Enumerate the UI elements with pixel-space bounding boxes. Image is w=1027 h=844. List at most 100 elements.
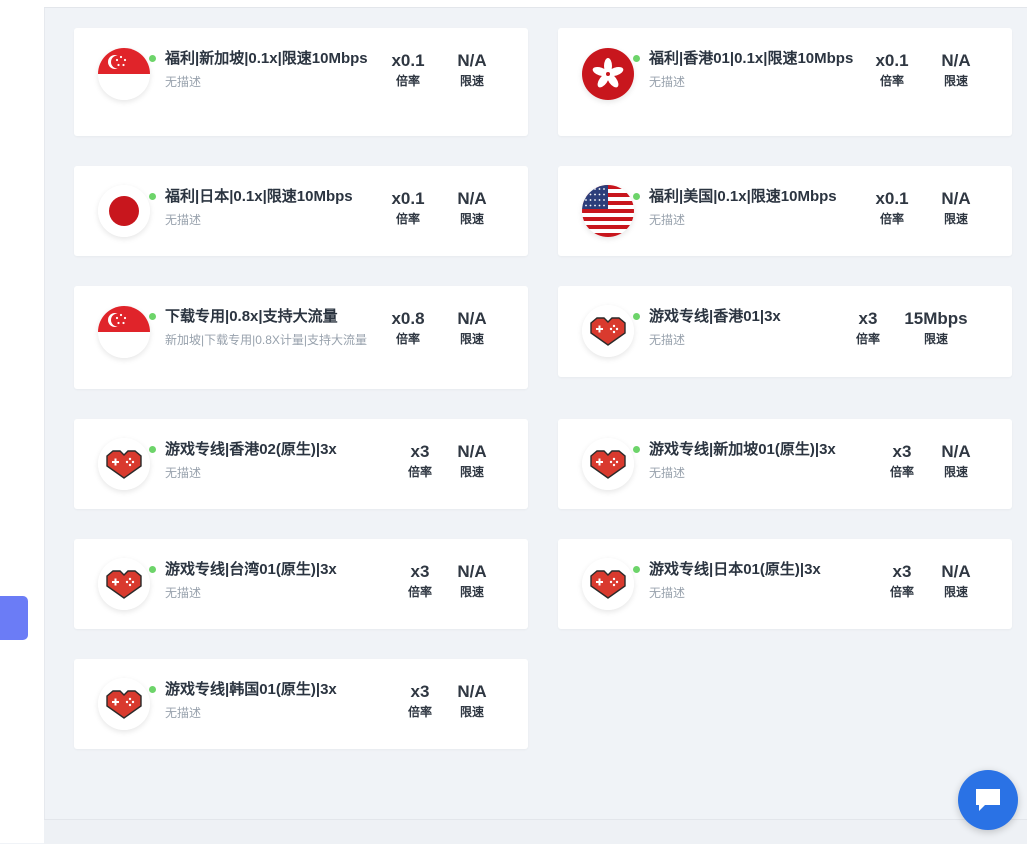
node-title: 下载专用|0.8x|支持大流量 <box>149 306 370 328</box>
speed-label: 限速 <box>459 74 484 88</box>
rate-label: 倍率 <box>407 585 432 599</box>
rate-stat: x3 倍率 <box>880 442 924 479</box>
node-card[interactable]: 游戏专线|韩国01(原生)|3x 无描述 x3 倍率 N/A 限速 <box>74 659 528 749</box>
node-description: 无描述 <box>165 213 202 227</box>
node-title-text: 下载专用|0.8x|支持大流量 <box>165 308 338 325</box>
node-title-text: 游戏专线|韩国01(原生)|3x <box>165 681 337 698</box>
rate-value: x0.1 <box>875 189 909 208</box>
sidebar-tab-button[interactable] <box>0 596 28 640</box>
node-title: 游戏专线|日本01(原生)|3x <box>633 559 854 581</box>
rate-stat: x0.1 倍率 <box>386 51 430 88</box>
rate-label: 倍率 <box>889 585 914 599</box>
rate-value: x3 <box>858 309 878 328</box>
node-description: 无描述 <box>649 213 686 227</box>
node-card[interactable]: 福利|日本|0.1x|限速10Mbps 无描述 x0.1 倍率 N/A 限速 <box>74 166 528 256</box>
rate-stat: x0.8 倍率 <box>386 309 430 346</box>
node-card[interactable]: 下载专用|0.8x|支持大流量新加坡|下载专用|0.8X计量|支持大流量 x0.8… <box>74 286 528 389</box>
node-card[interactable]: 福利|香港01|0.1x|限速10Mbps 无描述 x0.1 倍率 N/A 限速 <box>558 28 1012 136</box>
online-status-dot <box>149 313 156 320</box>
online-status-dot <box>633 313 640 320</box>
rate-label: 倍率 <box>407 465 432 479</box>
rate-value: x0.1 <box>391 51 425 70</box>
node-title-text: 福利|新加坡|0.1x|限速10Mbps <box>165 50 368 67</box>
speed-label: 限速 <box>943 212 968 226</box>
node-title: 福利|新加坡|0.1x|限速10Mbps <box>149 48 370 70</box>
node-card[interactable]: 福利|美国|0.1x|限速10Mbps 无描述 x0.1 倍率 N/A 限速 <box>558 166 1012 256</box>
node-info: 游戏专线|日本01(原生)|3x 无描述 <box>633 559 854 602</box>
node-info: 游戏专线|香港01|3x 无描述 <box>633 306 854 349</box>
rate-label: 倍率 <box>407 705 432 719</box>
rate-value: x0.1 <box>391 189 425 208</box>
gamepad-heart-icon <box>98 438 150 490</box>
rate-stat: x0.1 倍率 <box>386 189 430 226</box>
rate-stat: x0.1 倍率 <box>870 189 914 226</box>
footer <box>44 819 1027 844</box>
speed-stat: N/A 限速 <box>932 442 980 479</box>
chat-button[interactable] <box>958 770 1018 830</box>
node-title-text: 福利|美国|0.1x|限速10Mbps <box>649 188 837 205</box>
online-status-dot <box>633 446 640 453</box>
node-card[interactable]: 游戏专线|香港02(原生)|3x 无描述 x3 倍率 N/A 限速 <box>74 419 528 509</box>
online-status-dot <box>633 566 640 573</box>
rate-stat: x3 倍率 <box>398 682 442 719</box>
singapore-flag-icon <box>98 306 150 358</box>
speed-label: 限速 <box>459 705 484 719</box>
rate-label: 倍率 <box>855 332 880 346</box>
speed-label: 限速 <box>459 212 484 226</box>
node-description: 无描述 <box>165 466 202 480</box>
rate-label: 倍率 <box>395 212 420 226</box>
node-card[interactable]: 福利|新加坡|0.1x|限速10Mbps 无描述 x0.1 倍率 N/A 限速 <box>74 28 528 136</box>
speed-stat: N/A 限速 <box>448 309 496 346</box>
speed-stat: N/A 限速 <box>448 51 496 88</box>
online-status-dot <box>149 686 156 693</box>
speed-stat: N/A 限速 <box>932 51 980 88</box>
node-title-text: 福利|日本|0.1x|限速10Mbps <box>165 188 353 205</box>
rate-label: 倍率 <box>879 212 904 226</box>
speed-label: 限速 <box>459 332 484 346</box>
speed-value: N/A <box>941 189 971 208</box>
node-description: 无描述 <box>649 333 686 347</box>
node-info: 游戏专线|韩国01(原生)|3x 无描述 <box>149 679 370 722</box>
rate-value: x3 <box>410 442 430 461</box>
node-card[interactable]: 游戏专线|新加坡01(原生)|3x 无描述 x3 倍率 N/A 限速 <box>558 419 1012 509</box>
node-description: 无描述 <box>165 586 202 600</box>
node-card[interactable]: 游戏专线|台湾01(原生)|3x 无描述 x3 倍率 N/A 限速 <box>74 539 528 629</box>
node-title-text: 游戏专线|新加坡01(原生)|3x <box>649 441 836 458</box>
node-card[interactable]: 游戏专线|日本01(原生)|3x 无描述 x3 倍率 N/A 限速 <box>558 539 1012 629</box>
rate-stat: x3 倍率 <box>398 562 442 599</box>
speed-label: 限速 <box>943 465 968 479</box>
node-title: 福利|香港01|0.1x|限速10Mbps <box>633 48 854 70</box>
gamepad-heart-icon <box>582 558 634 610</box>
node-description: 无描述 <box>165 75 202 89</box>
node-card[interactable]: 游戏专线|香港01|3x 无描述 x3 倍率 15Mbps 限速 <box>558 286 1012 377</box>
node-title-text: 游戏专线|香港02(原生)|3x <box>165 441 337 458</box>
node-title: 游戏专线|香港02(原生)|3x <box>149 439 370 461</box>
node-title: 福利|日本|0.1x|限速10Mbps <box>149 186 370 208</box>
rate-value: x3 <box>410 562 430 581</box>
singapore-flag-icon <box>98 48 150 100</box>
node-info: 福利|日本|0.1x|限速10Mbps 无描述 <box>149 186 370 229</box>
node-info: 福利|香港01|0.1x|限速10Mbps 无描述 <box>633 48 854 91</box>
rate-value: x3 <box>892 442 912 461</box>
hongkong-flag-icon <box>582 48 634 100</box>
rate-stat: x3 倍率 <box>880 562 924 599</box>
node-title-text: 游戏专线|香港01|3x <box>649 308 781 325</box>
speed-value: N/A <box>457 682 487 701</box>
speed-value: N/A <box>457 51 487 70</box>
node-description: 无描述 <box>649 466 686 480</box>
online-status-dot <box>149 446 156 453</box>
node-info: 福利|美国|0.1x|限速10Mbps 无描述 <box>633 186 854 229</box>
online-status-dot <box>149 55 156 62</box>
node-title: 福利|美国|0.1x|限速10Mbps <box>633 186 854 208</box>
node-title-text: 游戏专线|日本01(原生)|3x <box>649 561 821 578</box>
speed-stat: 15Mbps 限速 <box>896 309 976 346</box>
gamepad-heart-icon <box>582 305 634 357</box>
node-info: 下载专用|0.8x|支持大流量新加坡|下载专用|0.8X计量|支持大流量 <box>149 306 370 349</box>
node-description: 无描述 <box>165 706 202 720</box>
top-bar <box>44 0 1027 8</box>
speed-value: 15Mbps <box>904 309 968 328</box>
online-status-dot <box>149 193 156 200</box>
speed-label: 限速 <box>943 74 968 88</box>
node-description: 新加坡|下载专用|0.8X计量|支持大流量 <box>165 333 368 347</box>
online-status-dot <box>149 566 156 573</box>
